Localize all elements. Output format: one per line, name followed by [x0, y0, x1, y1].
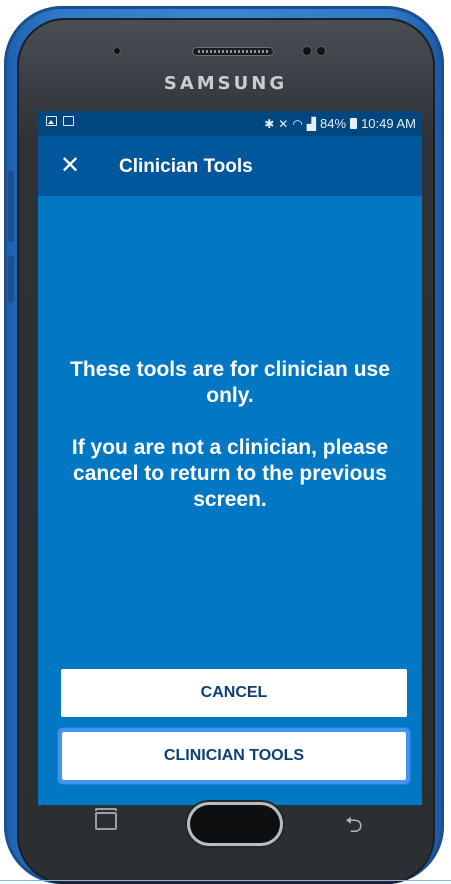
clinician-tools-button[interactable]: CLINICIAN TOOLS: [62, 732, 406, 780]
signal-icon: ▟: [306, 116, 317, 131]
battery-percent: 84%: [320, 116, 347, 131]
cancel-button[interactable]: CANCEL: [61, 669, 407, 717]
home-button[interactable]: [187, 802, 283, 846]
image-icon: [46, 116, 57, 126]
light-sensor-icon: [317, 47, 325, 55]
bluetooth-icon: ✱: [264, 116, 275, 131]
card-icon: [63, 116, 74, 126]
volume-down-key: [8, 255, 14, 303]
page-title: Clinician Tools: [119, 156, 253, 177]
front-camera-icon: [303, 47, 311, 55]
proximity-sensor-icon: [114, 48, 120, 54]
close-icon[interactable]: ✕: [60, 152, 80, 178]
battery-icon: [350, 118, 358, 129]
warning-message: These tools are for clinician use only. …: [38, 357, 422, 513]
status-time: 10:49 AM: [361, 116, 416, 131]
clinician-tools-focus-outline: CLINICIAN TOOLS: [58, 728, 410, 784]
message-line-2: If you are not a clinician, please cance…: [71, 436, 389, 511]
phone-screen: ✱ ✕ ◠ ▟ 84% 10:49 AM ✕ Clinician Tools T…: [38, 111, 422, 805]
brand-logo: SAMSUNG: [163, 73, 288, 94]
recent-apps-icon[interactable]: [95, 808, 117, 830]
mute-icon: ✕: [278, 116, 289, 131]
divider: [0, 880, 451, 881]
back-icon[interactable]: ⮌: [345, 808, 363, 846]
app-bar: ✕ Clinician Tools: [38, 136, 422, 196]
earpiece-speaker: [192, 47, 274, 56]
message-line-1: These tools are for clinician use only.: [70, 358, 390, 407]
volume-up-key: [8, 170, 14, 242]
wifi-icon: ◠: [292, 116, 303, 131]
status-bar: ✱ ✕ ◠ ▟ 84% 10:49 AM: [38, 111, 422, 136]
